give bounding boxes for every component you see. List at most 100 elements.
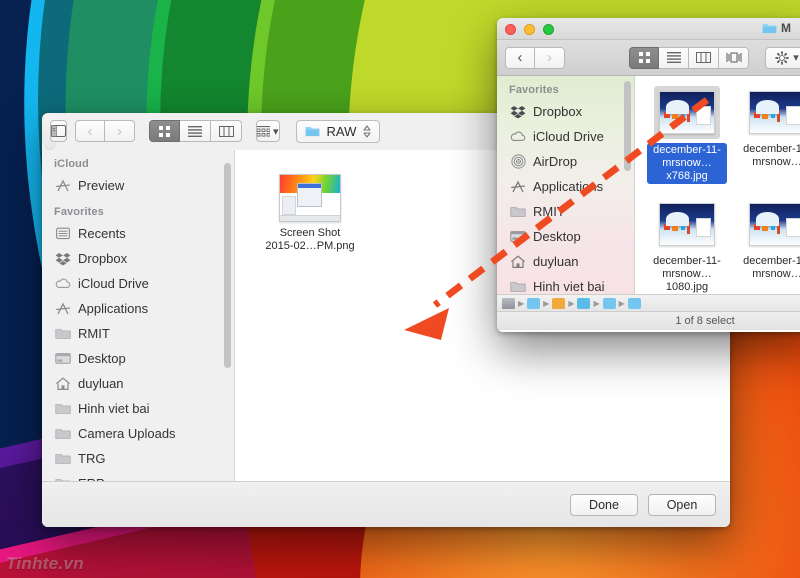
sidebar-item-label: duyluan (78, 376, 124, 391)
sidebar-item-label: iCloud Drive (78, 276, 149, 291)
sidebar-item-erp[interactable]: ERP (42, 471, 234, 481)
folder-icon (762, 22, 777, 34)
sidebar-item-desktop[interactable]: Desktop (497, 224, 634, 249)
sidebar-item-hinh-viet-bai[interactable]: Hinh viet bai (497, 274, 634, 294)
location-label: RAW (326, 123, 357, 139)
finder-nav-buttons[interactable]: ‹ › (505, 46, 565, 69)
gear-icon[interactable]: ▾ (765, 46, 800, 69)
sidebar-item-label: Desktop (78, 351, 126, 366)
finder-window[interactable]: M ‹ › ▾ Favorites Dropbox iCloud Drive A… (497, 18, 800, 332)
file-name: december-11- mrsnow… (743, 255, 800, 280)
sidebar-toggle-icon[interactable] (50, 120, 67, 142)
sidebar-item-icloud-drive[interactable]: iCloud Drive (42, 271, 234, 296)
finder-view-mode-group[interactable] (629, 46, 749, 69)
folder-icon (510, 279, 526, 295)
sidebar-item-trg[interactable]: TRG (42, 446, 234, 471)
forward-button[interactable]: › (105, 120, 135, 142)
finder-file-area[interactable]: december-11- mrsnow…x768.jpg december-11… (635, 76, 800, 294)
dialog-footer: Done Open (42, 481, 730, 527)
forward-button[interactable]: › (535, 46, 565, 69)
done-button[interactable]: Done (570, 493, 638, 516)
applications-icon (55, 301, 71, 317)
sidebar-item-label: duyluan (533, 254, 579, 269)
arrange-icon[interactable]: ▾ (256, 120, 280, 142)
sidebar-item-label: TRG (78, 451, 106, 466)
sidebar-item-airdrop[interactable]: AirDrop (497, 149, 634, 174)
folder-icon (55, 476, 71, 481)
finder-titlebar[interactable]: M (497, 18, 800, 40)
dialog-view-mode-group[interactable] (149, 120, 242, 142)
folder-icon (55, 451, 71, 467)
image-thumbnail (744, 86, 800, 139)
list-item[interactable]: december-11- mrsnow…x768.jpg (647, 86, 727, 184)
sidebar-item-duyluan[interactable]: duyluan (42, 371, 234, 396)
icon-view-button[interactable] (149, 120, 180, 142)
sidebar-item-applications[interactable]: Applications (42, 296, 234, 321)
sidebar-item-label: Hinh viet bai (533, 279, 605, 294)
list-item[interactable]: december-11- mrsnow… (737, 86, 800, 184)
sidebar-item-dropbox[interactable]: Dropbox (497, 99, 634, 124)
dialog-nav-buttons[interactable]: ‹ › (75, 120, 135, 142)
folder-icon[interactable] (602, 297, 616, 309)
file-name: december-11- mrsnow…x768.jpg (647, 143, 727, 184)
location-popup-button[interactable]: RAW (295, 119, 381, 143)
chevron-right-icon: ▶ (543, 298, 550, 308)
list-item[interactable]: december-11- mrsnow… (737, 198, 800, 294)
disk-icon[interactable] (502, 297, 515, 309)
status-text: 1 of 8 select (675, 315, 735, 327)
open-button[interactable]: Open (648, 493, 716, 516)
sidebar-item-rmit[interactable]: RMIT (497, 199, 634, 224)
watermark: Tinhte.vn (6, 554, 84, 573)
sidebar-item-camera-uploads[interactable]: Camera Uploads (42, 421, 234, 446)
sidebar-item-label: Dropbox (78, 251, 128, 266)
finder-pathbar[interactable]: ▶ ▶ ▶ ▶ ▶ (497, 294, 800, 311)
sidebar-item-label: ERP (78, 476, 105, 481)
home-icon (510, 254, 526, 270)
folder-icon (305, 125, 320, 137)
icon-view-button[interactable] (629, 46, 659, 69)
desktop-icon (510, 229, 526, 245)
camera-icon[interactable] (577, 297, 591, 309)
sidebar-item-preview[interactable]: Preview (42, 173, 234, 198)
folder-icon[interactable] (627, 297, 641, 309)
sidebar-item-icloud-drive[interactable]: iCloud Drive (497, 124, 634, 149)
sidebar-item-label: Applications (78, 301, 149, 316)
sidebar-item-hinh-viet-bai[interactable]: Hinh viet bai (42, 396, 234, 421)
sidebar-item-rmit[interactable]: RMIT (42, 321, 234, 346)
list-item[interactable]: Screen Shot 2015-02…PM.png (261, 174, 359, 253)
sidebar-item-label: iCloud Drive (533, 129, 604, 144)
applications-icon (55, 178, 71, 194)
dialog-toolbar[interactable]: ‹ › ▾ RAW (42, 113, 381, 150)
dialog-sidebar[interactable]: iCloud Preview Favorites Recents Dropbox… (42, 150, 235, 481)
screen: ‹ › ▾ RAW iCloud Preview Favorites Recen… (0, 0, 800, 578)
sidebar-item-applications[interactable]: Applications (497, 174, 634, 199)
sidebar-item-label: Recents (78, 226, 126, 241)
sidebar-item-duyluan[interactable]: duyluan (497, 249, 634, 274)
column-view-button[interactable] (211, 120, 242, 142)
sidebar-scrollbar[interactable] (224, 163, 231, 368)
finder-toolbar[interactable]: ‹ › ▾ (497, 40, 800, 76)
sidebar-item-desktop[interactable]: Desktop (42, 346, 234, 371)
sidebar-item-label: RMIT (78, 326, 110, 341)
home-icon[interactable] (552, 297, 566, 309)
list-view-button[interactable] (659, 46, 689, 69)
coverflow-view-button[interactable] (719, 46, 749, 69)
gear-chevron-down-icon: ▾ (793, 52, 799, 64)
list-view-button[interactable] (180, 120, 211, 142)
sidebar-section-header-favorites: Favorites (509, 84, 559, 96)
sidebar-item-dropbox[interactable]: Dropbox (42, 246, 234, 271)
folder-icon (55, 326, 71, 342)
file-name: december-11- mrsnow…1080.jpg (653, 255, 721, 293)
sidebar-item-recents[interactable]: Recents (42, 221, 234, 246)
finder-sidebar[interactable]: Favorites Dropbox iCloud Drive AirDrop A… (497, 76, 635, 294)
back-button[interactable]: ‹ (505, 46, 535, 69)
list-item[interactable]: december-11- mrsnow…1080.jpg (647, 198, 727, 294)
user-icon[interactable] (527, 297, 541, 309)
finder-sidebar-scrollbar[interactable] (624, 81, 631, 171)
arrange-chevron-down-icon: ▾ (273, 125, 279, 138)
sidebar-item-label: Applications (533, 179, 604, 194)
chevron-right-icon: ▶ (518, 298, 525, 308)
sidebar-section-header-favorites: Favorites (54, 206, 104, 218)
back-button[interactable]: ‹ (75, 120, 105, 142)
column-view-button[interactable] (689, 46, 719, 69)
